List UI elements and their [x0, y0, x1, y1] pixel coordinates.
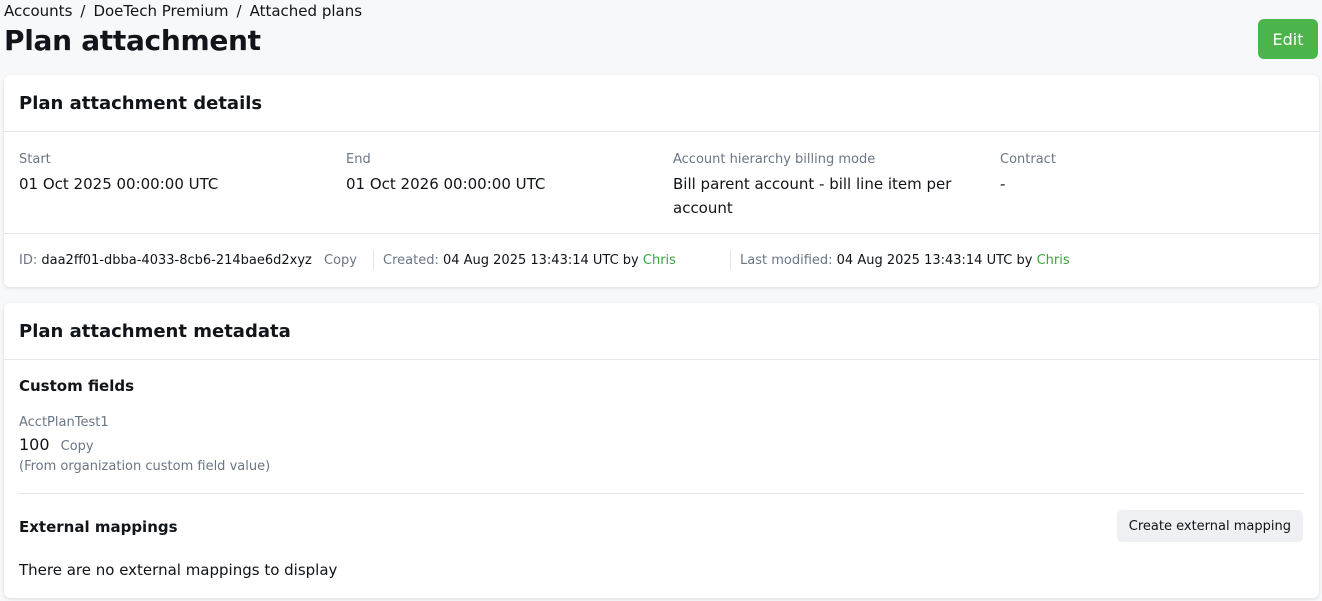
custom-fields-heading: Custom fields [19, 377, 135, 395]
breadcrumb-attached-plans[interactable]: Attached plans [250, 2, 362, 20]
create-external-mapping-button[interactable]: Create external mapping [1116, 510, 1303, 542]
meta-row: ID: daa2ff01-dbba-4033-8cb6-214bae6d2xyz… [4, 234, 1319, 286]
empty-state-text: There are no external mappings to displa… [19, 561, 338, 579]
created-label: Created: [383, 253, 439, 268]
created-value: 04 Aug 2025 13:43:14 UTC by [442, 253, 639, 268]
metadata-card-title: Plan attachment metadata [4, 303, 1319, 360]
end-value: 01 Oct 2026 00:00:00 UTC [346, 175, 546, 193]
edit-button[interactable]: Edit [1258, 19, 1318, 59]
copy-custom-field-button[interactable]: Copy [61, 439, 94, 454]
custom-field-name: AcctPlanTest1 [19, 415, 109, 430]
modified-by-link[interactable]: Chris [1037, 253, 1070, 268]
copy-id-button[interactable]: Copy [324, 253, 357, 268]
end-field: End 01 Oct 2026 00:00:00 UTC [346, 152, 646, 196]
contract-field: Contract - [1000, 152, 1300, 196]
end-label: End [346, 152, 371, 167]
details-card-title: Plan attachment details [4, 75, 1319, 132]
id-item: ID: daa2ff01-dbba-4033-8cb6-214bae6d2xyz… [19, 253, 357, 268]
page-header: Accounts / DoeTech Premium / Attached pl… [0, 0, 1322, 74]
start-label: Start [19, 152, 51, 167]
billing-mode-label: Account hierarchy billing mode [673, 152, 876, 167]
breadcrumb-accounts[interactable]: Accounts [4, 2, 72, 20]
contract-value: - [1000, 175, 1006, 193]
details-card: Plan attachment details Start 01 Oct 202… [4, 75, 1319, 287]
id-value: daa2ff01-dbba-4033-8cb6-214bae6d2xyz [41, 253, 312, 268]
billing-mode-field: Account hierarchy billing mode Bill pare… [673, 152, 973, 220]
metadata-card: Plan attachment metadata Custom fields A… [4, 303, 1319, 598]
breadcrumb: Accounts / DoeTech Premium / Attached pl… [4, 2, 362, 20]
start-field: Start 01 Oct 2025 00:00:00 UTC [19, 152, 319, 196]
breadcrumb-account[interactable]: DoeTech Premium [93, 2, 228, 20]
contract-label: Contract [1000, 152, 1056, 167]
created-by-link[interactable]: Chris [643, 253, 676, 268]
page-title: Plan attachment [4, 24, 261, 57]
external-mappings-heading: External mappings [19, 518, 178, 536]
id-label: ID: [19, 253, 38, 268]
divider [373, 250, 374, 270]
custom-field-value-row: 100 Copy [19, 435, 94, 454]
custom-field-note: (From organization custom field value) [19, 459, 271, 474]
divider [730, 250, 731, 270]
billing-mode-value: Bill parent account - bill line item per… [673, 175, 952, 217]
section-divider [19, 493, 1304, 494]
created-item: Created: 04 Aug 2025 13:43:14 UTC by Chr… [383, 253, 676, 268]
breadcrumb-separator: / [236, 2, 242, 20]
modified-value: 04 Aug 2025 13:43:14 UTC by [836, 253, 1033, 268]
breadcrumb-separator: / [80, 2, 86, 20]
custom-field-value: 100 [19, 435, 50, 454]
start-value: 01 Oct 2025 00:00:00 UTC [19, 175, 219, 193]
details-fields: Start 01 Oct 2025 00:00:00 UTC End 01 Oc… [4, 132, 1319, 234]
modified-label: Last modified: [740, 253, 833, 268]
modified-item: Last modified: 04 Aug 2025 13:43:14 UTC … [740, 253, 1070, 268]
